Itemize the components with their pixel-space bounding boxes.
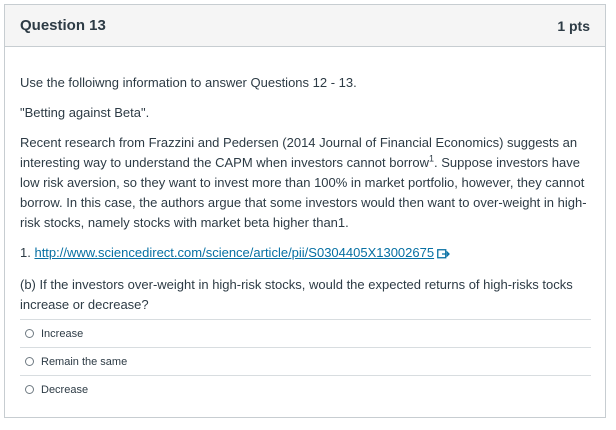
answer-label: Increase	[41, 327, 84, 340]
description-paragraph: Recent research from Frazzini and Peders…	[20, 133, 590, 233]
footnote-prefix: 1.	[20, 245, 35, 260]
question-body: Use the folloiwng information to answer …	[5, 47, 605, 315]
intro-text: Use the folloiwng information to answer …	[20, 75, 357, 90]
question-header: Question 13 1 pts	[5, 5, 605, 47]
question-title: Question 13	[20, 17, 106, 34]
answer-label: Remain the same	[41, 355, 128, 368]
radio-icon[interactable]	[25, 385, 34, 394]
question-card: Question 13 1 pts Use the folloiwng info…	[4, 4, 606, 418]
radio-icon[interactable]	[25, 357, 34, 366]
question-prompt: (b) If the investors over-weight in high…	[20, 277, 573, 312]
footnote: 1. http://www.sciencedirect.com/science/…	[20, 243, 590, 265]
question-points: 1 pts	[557, 17, 590, 34]
answer-list: Increase Remain the same Decrease	[20, 319, 591, 403]
answer-option-remain[interactable]: Remain the same	[20, 347, 591, 375]
radio-icon[interactable]	[25, 329, 34, 338]
footnote-link[interactable]: http://www.sciencedirect.com/science/art…	[34, 245, 434, 260]
answer-option-increase[interactable]: Increase	[20, 319, 591, 347]
answer-option-decrease[interactable]: Decrease	[20, 375, 591, 403]
topic-text: "Betting against Beta".	[20, 105, 150, 120]
answer-label: Decrease	[41, 383, 89, 396]
external-link-icon[interactable]	[437, 245, 451, 265]
